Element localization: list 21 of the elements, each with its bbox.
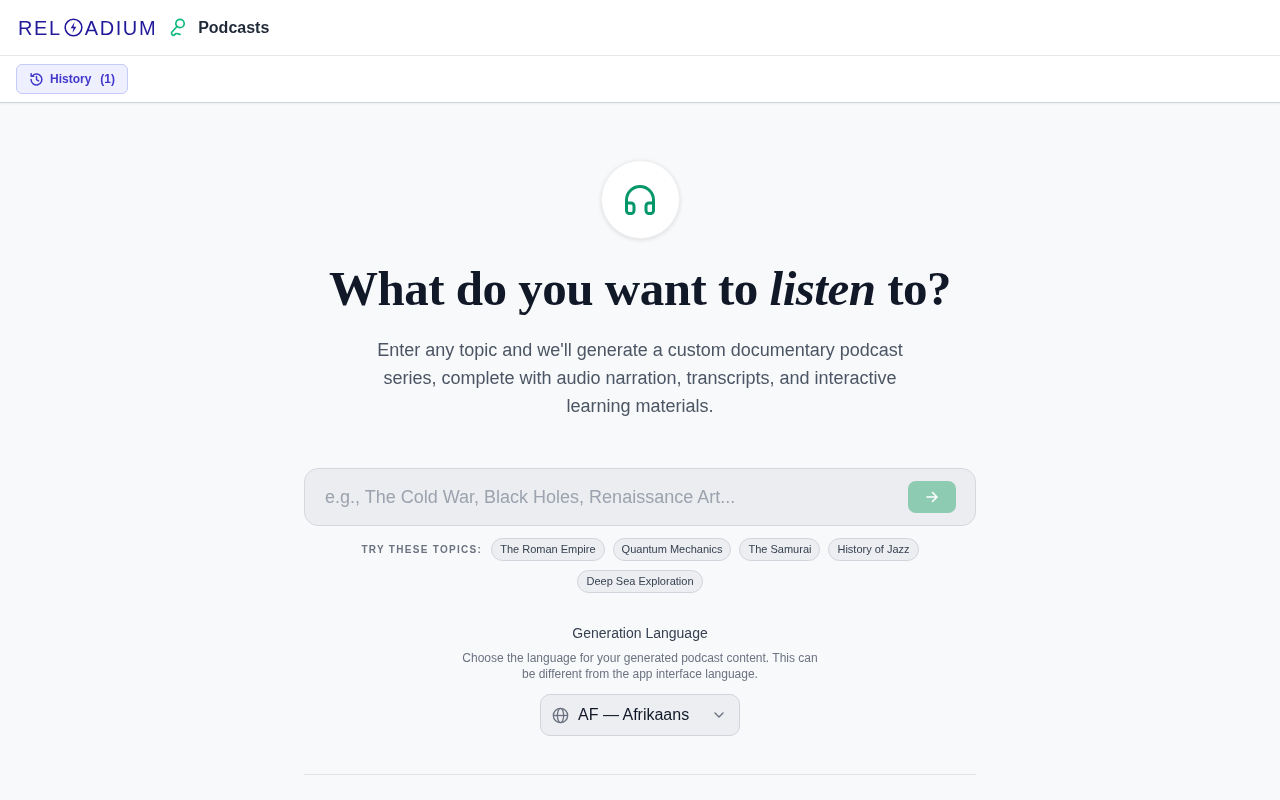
microphone-icon bbox=[169, 18, 187, 37]
topic-chip[interactable]: The Samurai bbox=[739, 538, 821, 562]
app-title: Podcasts bbox=[198, 17, 270, 38]
topic-chip[interactable]: The Roman Empire bbox=[491, 538, 605, 562]
language-description: Choose the language for your generated podcast content. This can be different from the app interface language. bbox=[461, 650, 819, 683]
topic-chip[interactable]: Deep Sea Exploration bbox=[577, 570, 703, 594]
language-select[interactable]: AF — Afrikaans bbox=[540, 694, 740, 737]
logo-text: REL bbox=[18, 17, 62, 38]
globe-icon bbox=[552, 706, 569, 724]
history-button[interactable]: History (1) bbox=[16, 64, 128, 94]
topic-input-field[interactable]: e.g., The Cold War, Black Holes, Renaissance Art... bbox=[304, 468, 976, 527]
hero-description: Enter any topic and we'll generate a custom documentary podcast series, complete with audio narration, transcripts, and interactive learning materials. bbox=[376, 339, 904, 419]
history-icon bbox=[29, 71, 44, 87]
topic-chip[interactable]: Quantum Mechanics bbox=[612, 538, 732, 562]
topic-chip[interactable]: History of Jazz bbox=[828, 538, 919, 562]
bolt-circle-icon bbox=[63, 18, 83, 37]
headline: What do you want to listen to? bbox=[327, 261, 953, 318]
logo-text: ADIUM bbox=[84, 17, 158, 38]
arrow-right-icon bbox=[925, 490, 939, 505]
language-title: Generation Language bbox=[571, 624, 709, 644]
suggestions-label: TRY THESE TOPICS: bbox=[361, 543, 483, 558]
